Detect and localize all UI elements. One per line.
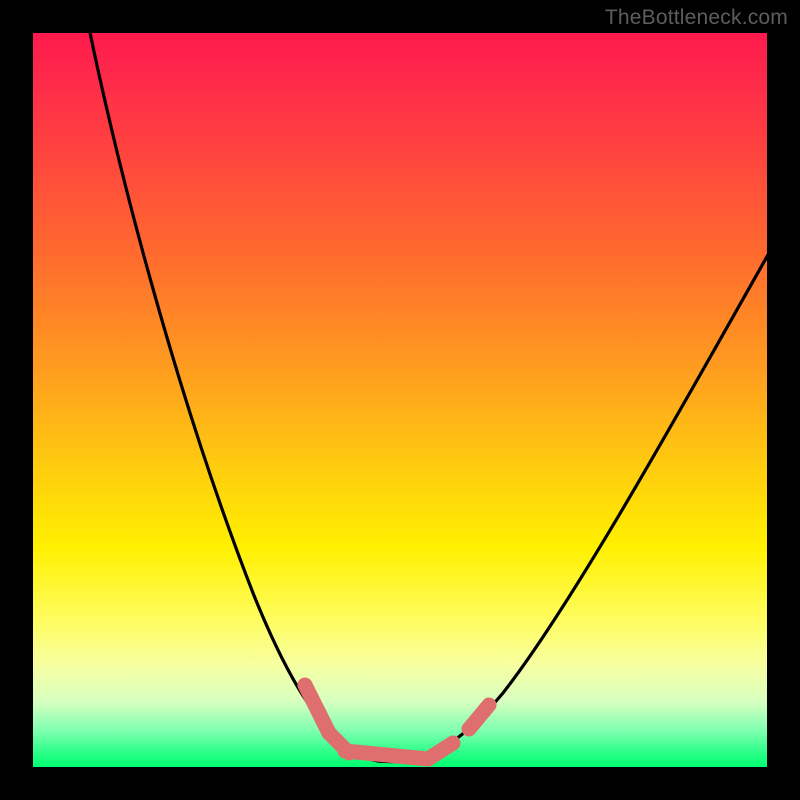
watermark-text: TheBottleneck.com — [605, 6, 788, 30]
bottleneck-curve-path — [88, 23, 769, 762]
plot-area — [33, 33, 767, 767]
curve-layer — [33, 33, 767, 767]
chart-frame: TheBottleneck.com — [0, 0, 800, 800]
optimal-range-marker — [305, 685, 489, 759]
